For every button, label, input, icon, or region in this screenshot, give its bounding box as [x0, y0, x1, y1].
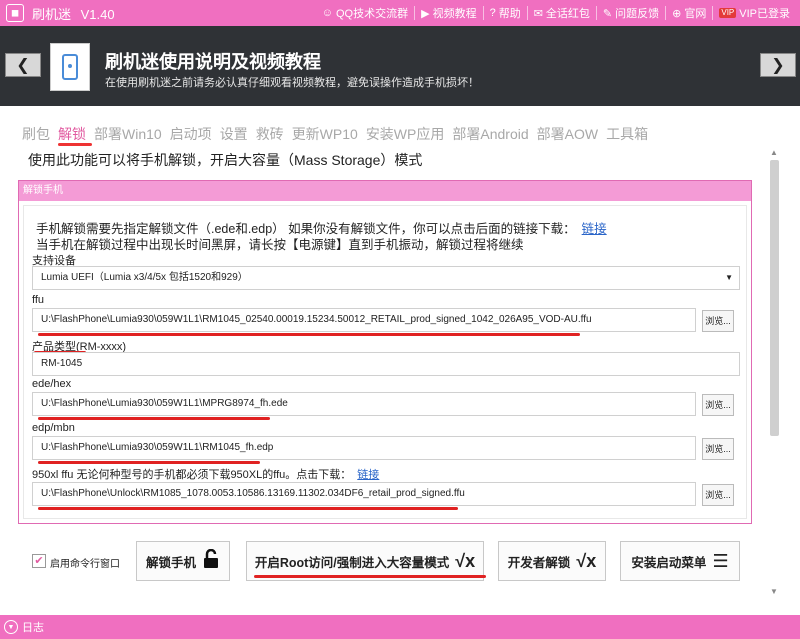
feedback-link[interactable]: ✎ 问题反馈	[595, 6, 665, 20]
scrollbar-thumb[interactable]	[770, 160, 779, 436]
ffu-path-input[interactable]: U:\FlashPhone\Lumia930\059W1L1\RM1045_02…	[32, 308, 696, 332]
phone-icon	[50, 43, 90, 91]
tab-install-wp-app[interactable]: 安装WP应用	[366, 124, 445, 144]
model-input[interactable]: RM-1045	[32, 352, 740, 376]
function-description: 使用此功能可以将手机解锁，开启大容量（Mass Storage）模式	[28, 152, 423, 168]
help-icon: ?	[489, 7, 496, 19]
950xl-label-text: 950xl ffu 无论何种型号的手机都必须下载950XL的ffu。点击下载：	[32, 469, 352, 481]
website-link[interactable]: ⊕ 官网	[665, 6, 712, 20]
tab-toolbox[interactable]: 工具箱	[606, 124, 648, 144]
unlock-phone-button[interactable]: 解锁手机	[136, 541, 230, 581]
help-label: 帮助	[498, 8, 521, 20]
950xl-browse-button[interactable]: 浏览...	[702, 484, 734, 506]
prev-arrow-button[interactable]: ❮	[5, 53, 41, 77]
vertical-scrollbar[interactable]: ▲ ▼	[768, 148, 782, 596]
titlebar-links: ☺ QQ技术交流群 ▶ 视频教程 ? 帮助 ✉ 全话红包 ✎ 问题反馈 ⊕ 官网…	[316, 0, 796, 26]
tab-deploy-aow[interactable]: 部署AOW	[537, 124, 598, 144]
tab-deploy-win10[interactable]: 部署Win10	[94, 124, 162, 144]
cmd-window-label: 启用命令行窗口	[50, 559, 120, 570]
edp-label: edp/mbn	[32, 422, 75, 434]
message-icon: ✉	[533, 7, 543, 20]
red-packet-link[interactable]: ✉ 全话红包	[526, 6, 596, 20]
950xl-annotation	[38, 507, 458, 510]
qq-group-link[interactable]: ☺ QQ技术交流群	[316, 6, 414, 20]
panel-body: 手机解锁需要先指定解锁文件（.ede和.edp） 如果你没有解锁文件，你可以点击…	[23, 205, 747, 519]
ffu-annotation	[38, 333, 580, 336]
tab-settings[interactable]: 设置	[220, 124, 248, 144]
tab-flash[interactable]: 刷包	[22, 124, 50, 144]
ede-path-input[interactable]: U:\FlashPhone\Lumia930\059W1L1\MPRG8974_…	[32, 392, 696, 416]
vip-login-label: VIP已登录	[739, 8, 790, 20]
arrow-left-icon: ❮	[16, 57, 30, 74]
app-logo-icon: ◼	[6, 4, 24, 22]
red-packet-label: 全话红包	[545, 8, 590, 20]
arrow-right-icon: ❯	[771, 57, 785, 74]
ede-annotation	[38, 417, 270, 420]
qq-group-label: QQ技术交流群	[335, 8, 409, 20]
tab-boot-items[interactable]: 启动项	[170, 124, 212, 144]
sqrt-x-icon: √x	[576, 550, 597, 571]
edp-browse-button[interactable]: 浏览...	[702, 438, 734, 460]
scroll-up-icon[interactable]: ▲	[770, 148, 778, 157]
root-button-annotation	[254, 575, 486, 578]
video-tutorial-label: 视频教程	[432, 8, 477, 20]
cmd-window-checkbox[interactable]: ✔	[32, 554, 46, 568]
unlock-phone-label: 解锁手机	[145, 555, 196, 570]
tab-unbrick[interactable]: 救砖	[256, 124, 284, 144]
website-label: 官网	[684, 8, 707, 20]
tab-deploy-android[interactable]: 部署Android	[452, 124, 528, 144]
panel-title: 解锁手机	[19, 181, 751, 201]
video-icon: ▶	[421, 7, 430, 20]
edp-annotation	[38, 461, 260, 464]
950xl-download-link[interactable]: 链接	[357, 469, 379, 481]
tab-update-wp10[interactable]: 更新WP10	[292, 124, 358, 144]
scroll-down-icon[interactable]: ▼	[770, 587, 778, 596]
checkmark-icon: ✔	[34, 555, 44, 567]
root-mass-storage-label: 开启Root访问/强制进入大容量模式	[254, 555, 450, 570]
950xl-label: 950xl ffu 无论何种型号的手机都必须下载950XL的ffu。点击下载： 链…	[32, 466, 379, 482]
install-boot-menu-label: 安装启动菜单	[631, 555, 707, 570]
chevron-down-icon: ▼	[4, 620, 18, 634]
qq-icon: ☺	[321, 7, 333, 19]
developer-unlock-label: 开发者解锁	[507, 555, 571, 570]
app-name: 刷机迷	[32, 6, 72, 22]
device-select-value: Lumia UEFI（Lumia x3/4/5x 包括1520和929）	[41, 272, 248, 283]
app-version: V1.40	[80, 6, 115, 22]
install-boot-menu-button[interactable]: 安装启动菜单 ☰	[620, 541, 740, 581]
header-banner: ❮ 刷机迷使用说明及视频教程 在使用刷机迷之前请务必认真仔细观看视频教程，避免误…	[0, 26, 800, 106]
globe-icon: ⊕	[672, 7, 682, 20]
ffu-browse-button[interactable]: 浏览...	[702, 310, 734, 332]
tab-bar: 刷包 解锁 部署Win10 启动项 设置 救砖 更新WP10 安装WP应用 部署…	[22, 124, 656, 144]
unlock-file-download-link[interactable]: 链接	[582, 222, 607, 236]
help-link[interactable]: ? 帮助	[482, 6, 527, 20]
ede-label: ede/hex	[32, 378, 72, 390]
active-tab-annotation	[58, 143, 92, 146]
app-title: 刷机迷 V1.40	[32, 4, 115, 23]
unlock-panel: 解锁手机 手机解锁需要先指定解锁文件（.ede和.edp） 如果你没有解锁文件，…	[18, 180, 752, 524]
header-subtitle: 在使用刷机迷之前请务必认真仔细观看视频教程，避免误操作造成手机损坏！	[105, 77, 479, 89]
list-icon: ☰	[712, 550, 729, 571]
unlock-note-2: 当手机在解锁过程中出现长时间黑屏，请长按【电源键】直到手机振动，解锁过程将继续	[36, 238, 524, 252]
vip-icon: VIP	[719, 8, 737, 18]
header-title: 刷机迷使用说明及视频教程	[105, 52, 321, 72]
950xl-ffu-path-input[interactable]: U:\FlashPhone\Unlock\RM1085_1078.0053.10…	[32, 482, 696, 506]
video-tutorial-link[interactable]: ▶ 视频教程	[414, 6, 482, 20]
vip-login-link[interactable]: VIP VIP已登录	[712, 6, 796, 20]
feedback-label: 问题反馈	[615, 8, 660, 20]
unlock-padlock-icon	[202, 548, 220, 574]
log-label: 日志	[22, 622, 44, 634]
tab-unlock[interactable]: 解锁	[58, 124, 86, 144]
next-arrow-button[interactable]: ❯	[760, 53, 796, 77]
feedback-icon: ✎	[602, 7, 613, 20]
ede-browse-button[interactable]: 浏览...	[702, 394, 734, 416]
sqrt-x-icon: √x	[455, 550, 476, 571]
title-bar: ◼ 刷机迷 V1.40 ☺ QQ技术交流群 ▶ 视频教程 ? 帮助 ✉ 全话红包…	[0, 0, 800, 26]
device-select[interactable]: Lumia UEFI（Lumia x3/4/5x 包括1520和929） ▼	[32, 266, 740, 290]
status-bar[interactable]: ▼ 日志	[0, 615, 800, 639]
ffu-label: ffu	[32, 294, 45, 306]
developer-unlock-button[interactable]: 开发者解锁 √x	[498, 541, 606, 581]
dropdown-arrow-icon: ▼	[725, 273, 733, 282]
edp-path-input[interactable]: U:\FlashPhone\Lumia930\059W1L1\RM1045_fh…	[32, 436, 696, 460]
